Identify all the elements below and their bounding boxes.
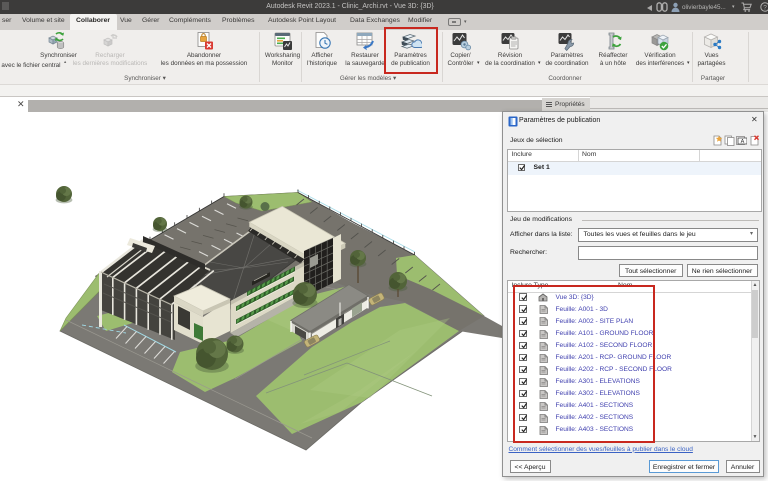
svg-text:A: A	[741, 139, 745, 145]
